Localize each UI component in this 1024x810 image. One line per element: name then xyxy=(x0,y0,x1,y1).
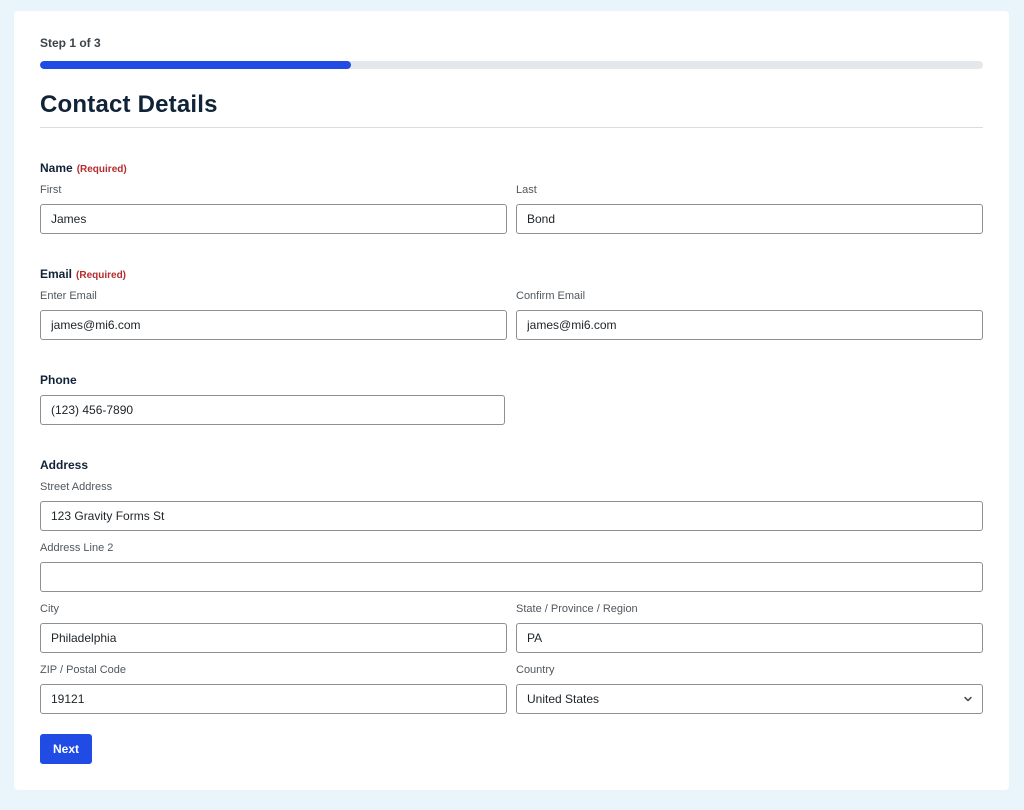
address-legend: Address xyxy=(40,458,89,472)
next-button[interactable]: Next xyxy=(40,734,92,764)
email-required-badge: (Required) xyxy=(76,270,127,281)
city-input[interactable] xyxy=(40,623,507,653)
country-label: Country xyxy=(516,664,555,676)
name-legend-text: Name xyxy=(40,161,73,175)
chevron-down-icon xyxy=(964,696,972,702)
street-address-label: Street Address xyxy=(40,481,113,493)
form-card: Step 1 of 3 Contact Details Name (Require… xyxy=(14,11,1009,790)
state-input[interactable] xyxy=(516,623,983,653)
country-select-value: United States xyxy=(516,684,983,714)
name-required-badge: (Required) xyxy=(76,164,127,175)
phone-legend: Phone xyxy=(40,373,77,387)
name-legend: Name (Required) xyxy=(40,161,127,175)
first-name-input[interactable] xyxy=(40,204,507,234)
email-input[interactable] xyxy=(40,310,507,340)
last-name-input[interactable] xyxy=(516,204,983,234)
enter-email-label: Enter Email xyxy=(40,290,97,302)
email-legend: Email (Required) xyxy=(40,267,126,281)
country-select[interactable]: United States xyxy=(516,684,983,714)
progress-fill xyxy=(40,61,352,69)
street-address-input[interactable] xyxy=(40,501,983,531)
email-legend-text: Email xyxy=(40,267,73,281)
confirm-email-input[interactable] xyxy=(516,310,983,340)
confirm-email-label: Confirm Email xyxy=(516,290,586,302)
last-name-label: Last xyxy=(516,184,537,196)
progress-bar xyxy=(40,61,983,69)
title-divider xyxy=(40,127,983,128)
page-title: Contact Details xyxy=(40,91,218,118)
address-line2-label: Address Line 2 xyxy=(40,542,114,554)
phone-input[interactable] xyxy=(40,395,505,425)
address-line2-input[interactable] xyxy=(40,562,983,592)
state-label: State / Province / Region xyxy=(516,603,638,615)
first-name-label: First xyxy=(40,184,62,196)
step-indicator: Step 1 of 3 xyxy=(40,36,101,50)
city-label: City xyxy=(40,603,59,615)
zip-label: ZIP / Postal Code xyxy=(40,664,127,676)
zip-input[interactable] xyxy=(40,684,507,714)
